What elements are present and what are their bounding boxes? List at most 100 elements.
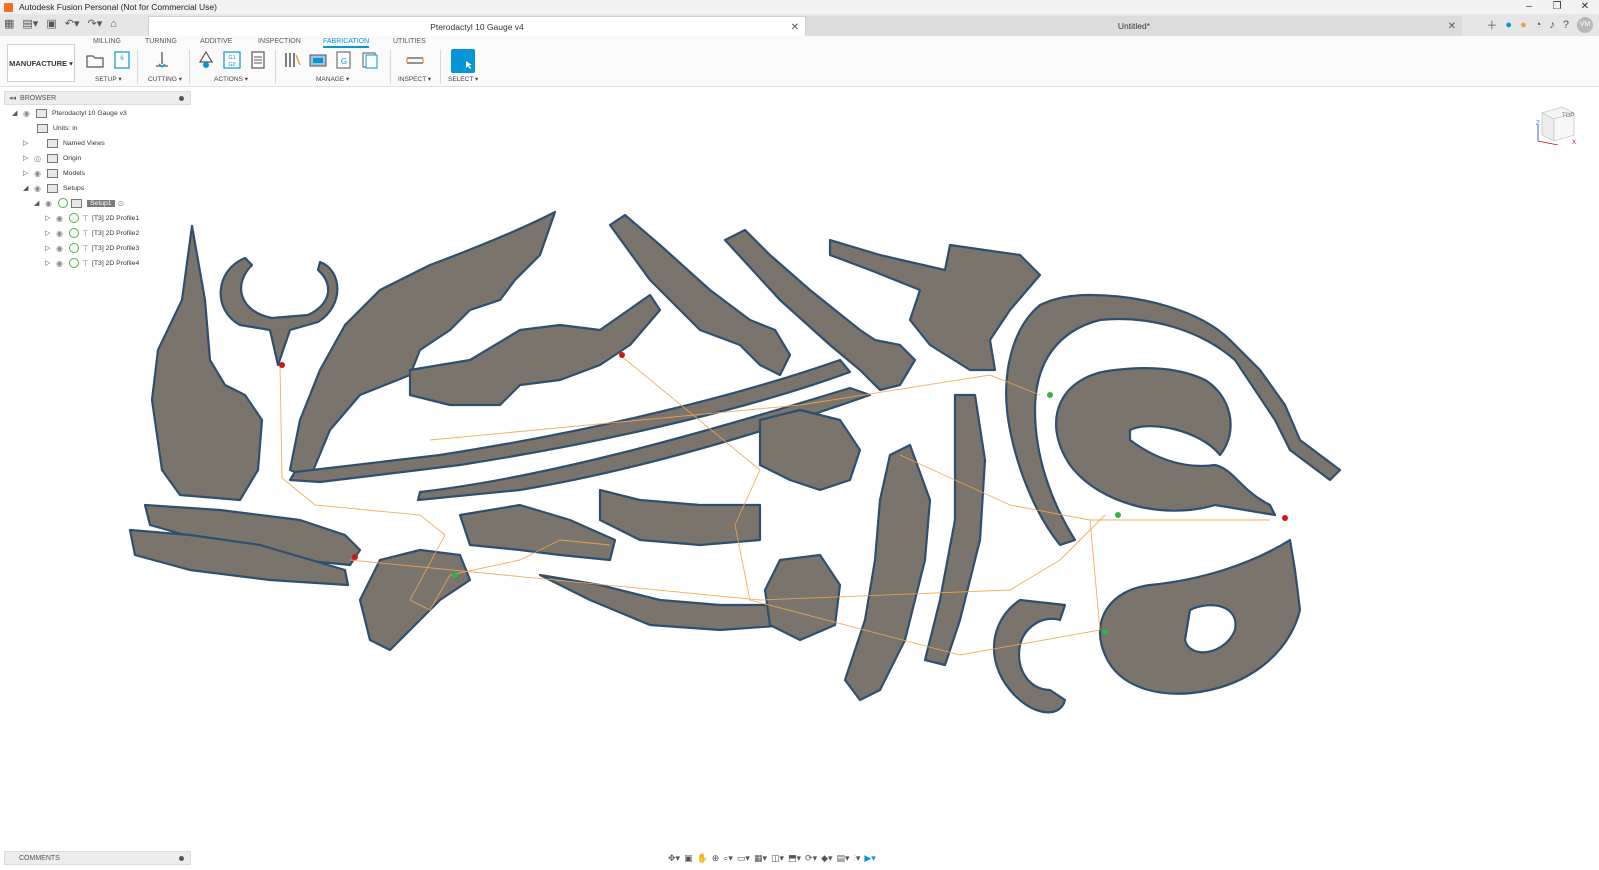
visibility-eye-icon[interactable]: ◉ xyxy=(34,184,44,193)
units-icon xyxy=(37,123,48,133)
comments-panel-header[interactable]: COMMENTS xyxy=(4,851,191,865)
folder-icon xyxy=(47,153,58,163)
view-cube-face-label: TOP xyxy=(1562,113,1574,119)
tree-origin[interactable]: ▷ ◎ Origin xyxy=(23,151,81,165)
viewports-icon[interactable]: ◫▾ xyxy=(771,853,784,864)
profile-label: [T3] 2D Profile3 xyxy=(92,244,140,252)
panel-pin-icon[interactable] xyxy=(179,855,184,861)
visibility-eye-icon[interactable]: ◉ xyxy=(56,259,66,268)
visibility-eye-icon[interactable]: ◉ xyxy=(56,214,66,223)
pan-icon[interactable]: ✋ xyxy=(697,853,708,864)
collapse-panel-icon[interactable]: ◂◂ xyxy=(9,94,16,102)
tree-profile-1[interactable]: ▷ ◉ ⊤ [T3] 2D Profile1 xyxy=(45,211,139,225)
expand-arrow-icon[interactable]: ▷ xyxy=(45,214,53,222)
end-marker xyxy=(452,572,458,578)
axis-x-label: X xyxy=(1572,140,1576,145)
folder-open-icon xyxy=(47,183,58,193)
sheet-parts xyxy=(128,210,1342,714)
tree-profile-2[interactable]: ▷ ◉ ⊤ [T3] 2D Profile2 xyxy=(45,226,139,240)
profile-tool-icon: ⊤ xyxy=(82,243,89,253)
document-icon xyxy=(36,108,47,118)
browser-panel-header[interactable]: ◂◂ BROWSER xyxy=(4,91,191,105)
visibility-eye-icon[interactable]: ◎ xyxy=(34,154,44,163)
tree-profile-3[interactable]: ▷ ◉ ⊤ [T3] 2D Profile3 xyxy=(45,241,139,255)
tree-root-label: Pterodactyl 10 Gauge v3 xyxy=(52,109,127,117)
fit-icon[interactable]: ⌕▾ xyxy=(723,853,733,864)
profile-label: [T3] 2D Profile2 xyxy=(92,229,140,237)
expand-arrow-icon[interactable]: ◢ xyxy=(12,109,20,117)
valid-check-icon xyxy=(69,243,79,253)
zoom-icon[interactable]: ⊕ xyxy=(712,853,720,864)
comments-title: COMMENTS xyxy=(19,854,60,862)
part-mid-bone-right xyxy=(758,408,862,492)
selection-filter-icon[interactable]: ▶▾ xyxy=(864,853,875,864)
valid-check-icon xyxy=(69,258,79,268)
valid-check-icon xyxy=(69,228,79,238)
tree-setup1[interactable]: ◢ ◉ Setup1 ⊙ xyxy=(34,196,128,210)
part-vertical-bone-2 xyxy=(923,393,987,667)
part-bone-mid-2 xyxy=(598,488,762,547)
end-marker xyxy=(1115,512,1121,518)
expand-arrow-icon[interactable]: ◢ xyxy=(34,199,42,207)
part-claw-upper xyxy=(608,213,792,377)
named-views-label: Named Views xyxy=(63,139,105,147)
valid-check-icon xyxy=(58,198,68,208)
tree-root[interactable]: ◢ ◉ Pterodactyl 10 Gauge v3 xyxy=(12,106,127,120)
visibility-eye-icon[interactable]: ◉ xyxy=(34,169,44,178)
look-at-icon[interactable]: ▣ xyxy=(684,853,693,864)
profile-label: [T3] 2D Profile1 xyxy=(92,214,140,222)
view-cube[interactable]: TOP X Z xyxy=(1536,103,1576,145)
profile-tool-icon: ⊤ xyxy=(82,258,89,268)
display-settings-icon[interactable]: ▭▾ xyxy=(737,853,750,864)
expand-arrow-icon[interactable]: ◢ xyxy=(23,184,31,192)
expand-arrow-icon[interactable]: ▷ xyxy=(23,154,31,162)
tree-models[interactable]: ▷ ◉ Models xyxy=(23,166,85,180)
folder-icon xyxy=(47,138,58,148)
expand-arrow-icon[interactable]: ▷ xyxy=(45,259,53,267)
part-long-lower-bone xyxy=(538,573,792,632)
filter-icon[interactable]: ⫶▾ xyxy=(854,853,861,864)
end-marker xyxy=(1047,392,1053,398)
navigation-toolbar: ✥▾ ▣ ✋ ⊕ ⌕▾ ▭▾ ▦▾ ◫▾ ⬒▾ ⟳▾ ◆▾ ▤▾ ⫶▾ ▶▾ xyxy=(668,851,932,865)
models-label: Models xyxy=(63,169,85,177)
visibility-eye-icon[interactable]: ◉ xyxy=(56,244,66,253)
activate-target-icon[interactable]: ⊙ xyxy=(118,199,128,208)
origin-label: Origin xyxy=(63,154,82,162)
part-pelvis xyxy=(358,548,472,652)
profile-label: [T3] 2D Profile4 xyxy=(92,259,140,267)
expand-arrow-icon[interactable]: ▷ xyxy=(23,139,31,147)
valid-check-icon xyxy=(69,213,79,223)
panel-pin-icon[interactable] xyxy=(179,95,184,101)
axis-z-label: Z xyxy=(1536,121,1540,127)
visibility-eye-icon[interactable]: ◉ xyxy=(56,229,66,238)
start-marker xyxy=(1282,515,1288,521)
tree-units[interactable]: Units: in xyxy=(34,121,78,135)
viewport-canvas[interactable] xyxy=(0,0,1599,870)
part-curl-small xyxy=(992,598,1067,714)
part-spiral-ring xyxy=(1054,367,1277,517)
orbit-icon[interactable]: ✥▾ xyxy=(668,853,680,864)
tree-setups[interactable]: ◢ ◉ Setups xyxy=(23,181,84,195)
tree-profile-4[interactable]: ▷ ◉ ⊤ [T3] 2D Profile4 xyxy=(45,256,139,270)
visibility-eye-icon[interactable]: ◉ xyxy=(23,109,33,118)
visual-style-icon[interactable]: ⬒▾ xyxy=(788,853,801,864)
end-marker xyxy=(1102,629,1108,635)
expand-arrow-icon[interactable]: ▷ xyxy=(23,169,31,177)
start-marker xyxy=(352,554,358,560)
setups-label: Setups xyxy=(63,184,85,192)
start-marker xyxy=(279,362,285,368)
start-marker xyxy=(619,352,625,358)
visibility-eye-icon[interactable]: ◉ xyxy=(45,199,55,208)
models-icon xyxy=(47,168,58,178)
part-vertical-bone-1 xyxy=(843,443,932,702)
environment-icon[interactable]: ◆▾ xyxy=(821,853,832,864)
section-icon[interactable]: ▤▾ xyxy=(837,853,850,864)
expand-arrow-icon[interactable]: ▷ xyxy=(45,244,53,252)
units-label: Units: in xyxy=(53,124,78,132)
profile-tool-icon: ⊤ xyxy=(82,213,89,223)
expand-arrow-icon[interactable]: ▷ xyxy=(45,229,53,237)
tree-named-views[interactable]: ▷ Named Views xyxy=(23,136,105,150)
part-horseshoe-small xyxy=(219,256,339,367)
grid-icon[interactable]: ▦▾ xyxy=(754,853,767,864)
refresh-icon[interactable]: ⟳▾ xyxy=(805,853,817,864)
